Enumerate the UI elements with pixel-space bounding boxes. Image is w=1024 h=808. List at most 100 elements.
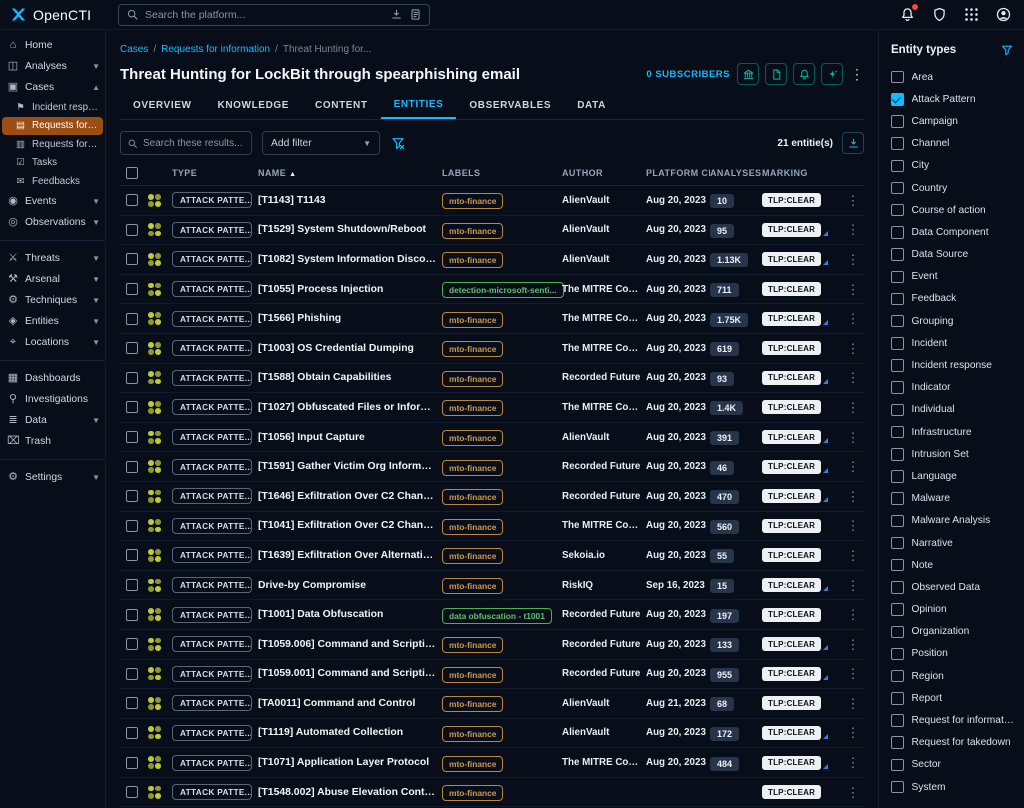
type-chip[interactable]: ATTACK PATTE... [172, 725, 252, 741]
row-checkbox[interactable] [126, 490, 138, 502]
entity-type-option-incident-response[interactable]: Incident response [891, 354, 1014, 376]
entity-name-link[interactable]: [T1059.001] Command and Scripting Interp… [258, 668, 442, 679]
table-row[interactable]: ATTACK PATTE...[T1566] Phishingmto-finan… [120, 304, 864, 334]
marking-chip[interactable]: TLP:CLEAR [762, 312, 821, 326]
entity-name-link[interactable]: [T1027] Obfuscated Files or Information [258, 402, 442, 413]
add-filter-select[interactable]: Add filter ▼ [262, 131, 380, 155]
row-menu-button[interactable]: ⋮ [844, 253, 862, 266]
entity-type-option-request-for-information[interactable]: Request for information [891, 709, 1014, 731]
entity-type-checkbox[interactable] [891, 670, 904, 683]
row-menu-button[interactable]: ⋮ [844, 549, 862, 562]
row-menu-button[interactable]: ⋮ [844, 579, 862, 592]
type-chip[interactable]: ATTACK PATTE... [172, 311, 252, 327]
row-checkbox[interactable] [126, 224, 138, 236]
sidebar-item-home[interactable]: ⌂Home [0, 35, 105, 56]
type-chip[interactable]: ATTACK PATTE... [172, 547, 252, 563]
row-checkbox[interactable] [126, 342, 138, 354]
type-chip[interactable]: ATTACK PATTE... [172, 636, 252, 652]
entity-type-option-language[interactable]: Language [891, 465, 1014, 487]
entity-type-checkbox[interactable] [891, 603, 904, 616]
ai-sparkle-button[interactable] [821, 63, 843, 85]
subscribers-button[interactable]: 0 SUBSCRIBERS [646, 69, 730, 80]
entity-type-checkbox[interactable] [891, 71, 904, 84]
entity-name-link[interactable]: [T1056] Input Capture [258, 432, 442, 443]
type-chip[interactable]: ATTACK PATTE... [172, 695, 252, 711]
entity-name-link[interactable]: [T1566] Phishing [258, 313, 442, 324]
row-menu-button[interactable]: ⋮ [844, 490, 862, 503]
type-chip[interactable]: ATTACK PATTE... [172, 518, 252, 534]
entity-type-option-malware-analysis[interactable]: Malware Analysis [891, 510, 1014, 532]
entity-type-checkbox[interactable] [891, 204, 904, 217]
tab-knowledge[interactable]: KNOWLEDGE [205, 92, 303, 119]
table-row[interactable]: ATTACK PATTE...[T1059.001] Command and S… [120, 660, 864, 690]
entity-type-checkbox[interactable] [891, 404, 904, 417]
entity-type-checkbox[interactable] [891, 470, 904, 483]
entity-type-option-city[interactable]: City [891, 155, 1014, 177]
triggers-button[interactable] [931, 6, 948, 23]
table-row[interactable]: ATTACK PATTE...[T1529] System Shutdown/R… [120, 216, 864, 246]
row-menu-button[interactable]: ⋮ [844, 460, 862, 473]
table-row[interactable]: ATTACK PATTE...[T1082] System Informatio… [120, 245, 864, 275]
entity-type-checkbox[interactable] [891, 648, 904, 661]
select-all-checkbox[interactable] [126, 167, 138, 179]
sidebar-item-data[interactable]: ≣Data▼ [0, 410, 105, 431]
marking-chip[interactable]: TLP:CLEAR [762, 193, 821, 207]
marking-chip[interactable]: TLP:CLEAR [762, 460, 821, 474]
table-row[interactable]: ATTACK PATTE...[T1588] Obtain Capabiliti… [120, 364, 864, 394]
row-checkbox[interactable] [126, 313, 138, 325]
breadcrumb-cases-link[interactable]: Cases [120, 44, 148, 55]
global-search-input[interactable] [145, 9, 384, 21]
marking-chip[interactable]: TLP:CLEAR [762, 726, 821, 740]
entity-type-option-request-for-takedown[interactable]: Request for takedown [891, 732, 1014, 754]
table-row[interactable]: ATTACK PATTE...[T1639] Exfiltration Over… [120, 541, 864, 571]
column-header-platform-creation[interactable]: PLATFORM CRE... [646, 168, 710, 178]
entity-type-checkbox[interactable] [891, 137, 904, 150]
entity-type-option-grouping[interactable]: Grouping [891, 310, 1014, 332]
row-checkbox[interactable] [126, 638, 138, 650]
tab-entities[interactable]: ENTITIES [381, 92, 457, 119]
column-header-labels[interactable]: LABELS [442, 168, 562, 178]
label-chip[interactable]: mto-finance [442, 637, 503, 653]
sidebar-item-cases[interactable]: ▣Cases▲ [0, 77, 105, 98]
entity-type-option-opinion[interactable]: Opinion [891, 599, 1014, 621]
label-chip[interactable]: mto-finance [442, 785, 503, 801]
table-row[interactable]: ATTACK PATTE...[T1143] T1143mto-financeA… [120, 186, 864, 216]
sidebar-item-techniques[interactable]: ⚙Techniques▼ [0, 290, 105, 311]
type-chip[interactable]: ATTACK PATTE... [172, 459, 252, 475]
marking-chip[interactable]: TLP:CLEAR [762, 430, 821, 444]
entity-type-option-area[interactable]: Area [891, 66, 1014, 88]
entity-type-checkbox[interactable] [891, 626, 904, 639]
entity-type-checkbox[interactable] [891, 426, 904, 439]
marking-chip[interactable]: TLP:CLEAR [762, 252, 821, 266]
entity-type-option-course-of-action[interactable]: Course of action [891, 199, 1014, 221]
results-search-input[interactable] [143, 138, 245, 149]
column-header-analyses[interactable]: ANALYSES [710, 168, 762, 178]
marking-chip[interactable]: TLP:CLEAR [762, 608, 821, 622]
entity-type-option-campaign[interactable]: Campaign [891, 110, 1014, 132]
entity-type-checkbox[interactable] [891, 248, 904, 261]
row-checkbox[interactable] [126, 549, 138, 561]
entity-type-option-observed-data[interactable]: Observed Data [891, 576, 1014, 598]
entity-type-checkbox[interactable] [891, 492, 904, 505]
row-checkbox[interactable] [126, 668, 138, 680]
entity-name-link[interactable]: Drive-by Compromise [258, 580, 442, 591]
entity-type-checkbox[interactable] [891, 381, 904, 394]
apps-button[interactable] [963, 6, 980, 23]
marking-chip[interactable]: TLP:CLEAR [762, 756, 821, 770]
entity-type-checkbox[interactable] [891, 537, 904, 550]
type-chip[interactable]: ATTACK PATTE... [172, 222, 252, 238]
label-chip[interactable]: mto-finance [442, 341, 503, 357]
label-chip[interactable]: mto-finance [442, 223, 503, 239]
type-chip[interactable]: ATTACK PATTE... [172, 251, 252, 267]
marking-chip[interactable]: TLP:CLEAR [762, 519, 821, 533]
row-menu-button[interactable]: ⋮ [844, 786, 862, 799]
table-row[interactable]: ATTACK PATTE...[T1001] Data Obfuscationd… [120, 600, 864, 630]
type-chip[interactable]: ATTACK PATTE... [172, 399, 252, 415]
marking-chip[interactable]: TLP:CLEAR [762, 371, 821, 385]
tab-content[interactable]: CONTENT [302, 92, 381, 119]
label-chip[interactable]: mto-finance [442, 400, 503, 416]
file-export-button[interactable] [765, 63, 787, 85]
entity-name-link[interactable]: [T1588] Obtain Capabilities [258, 372, 442, 383]
entity-name-link[interactable]: [T1143] T1143 [258, 195, 442, 206]
entity-type-option-data-component[interactable]: Data Component [891, 221, 1014, 243]
